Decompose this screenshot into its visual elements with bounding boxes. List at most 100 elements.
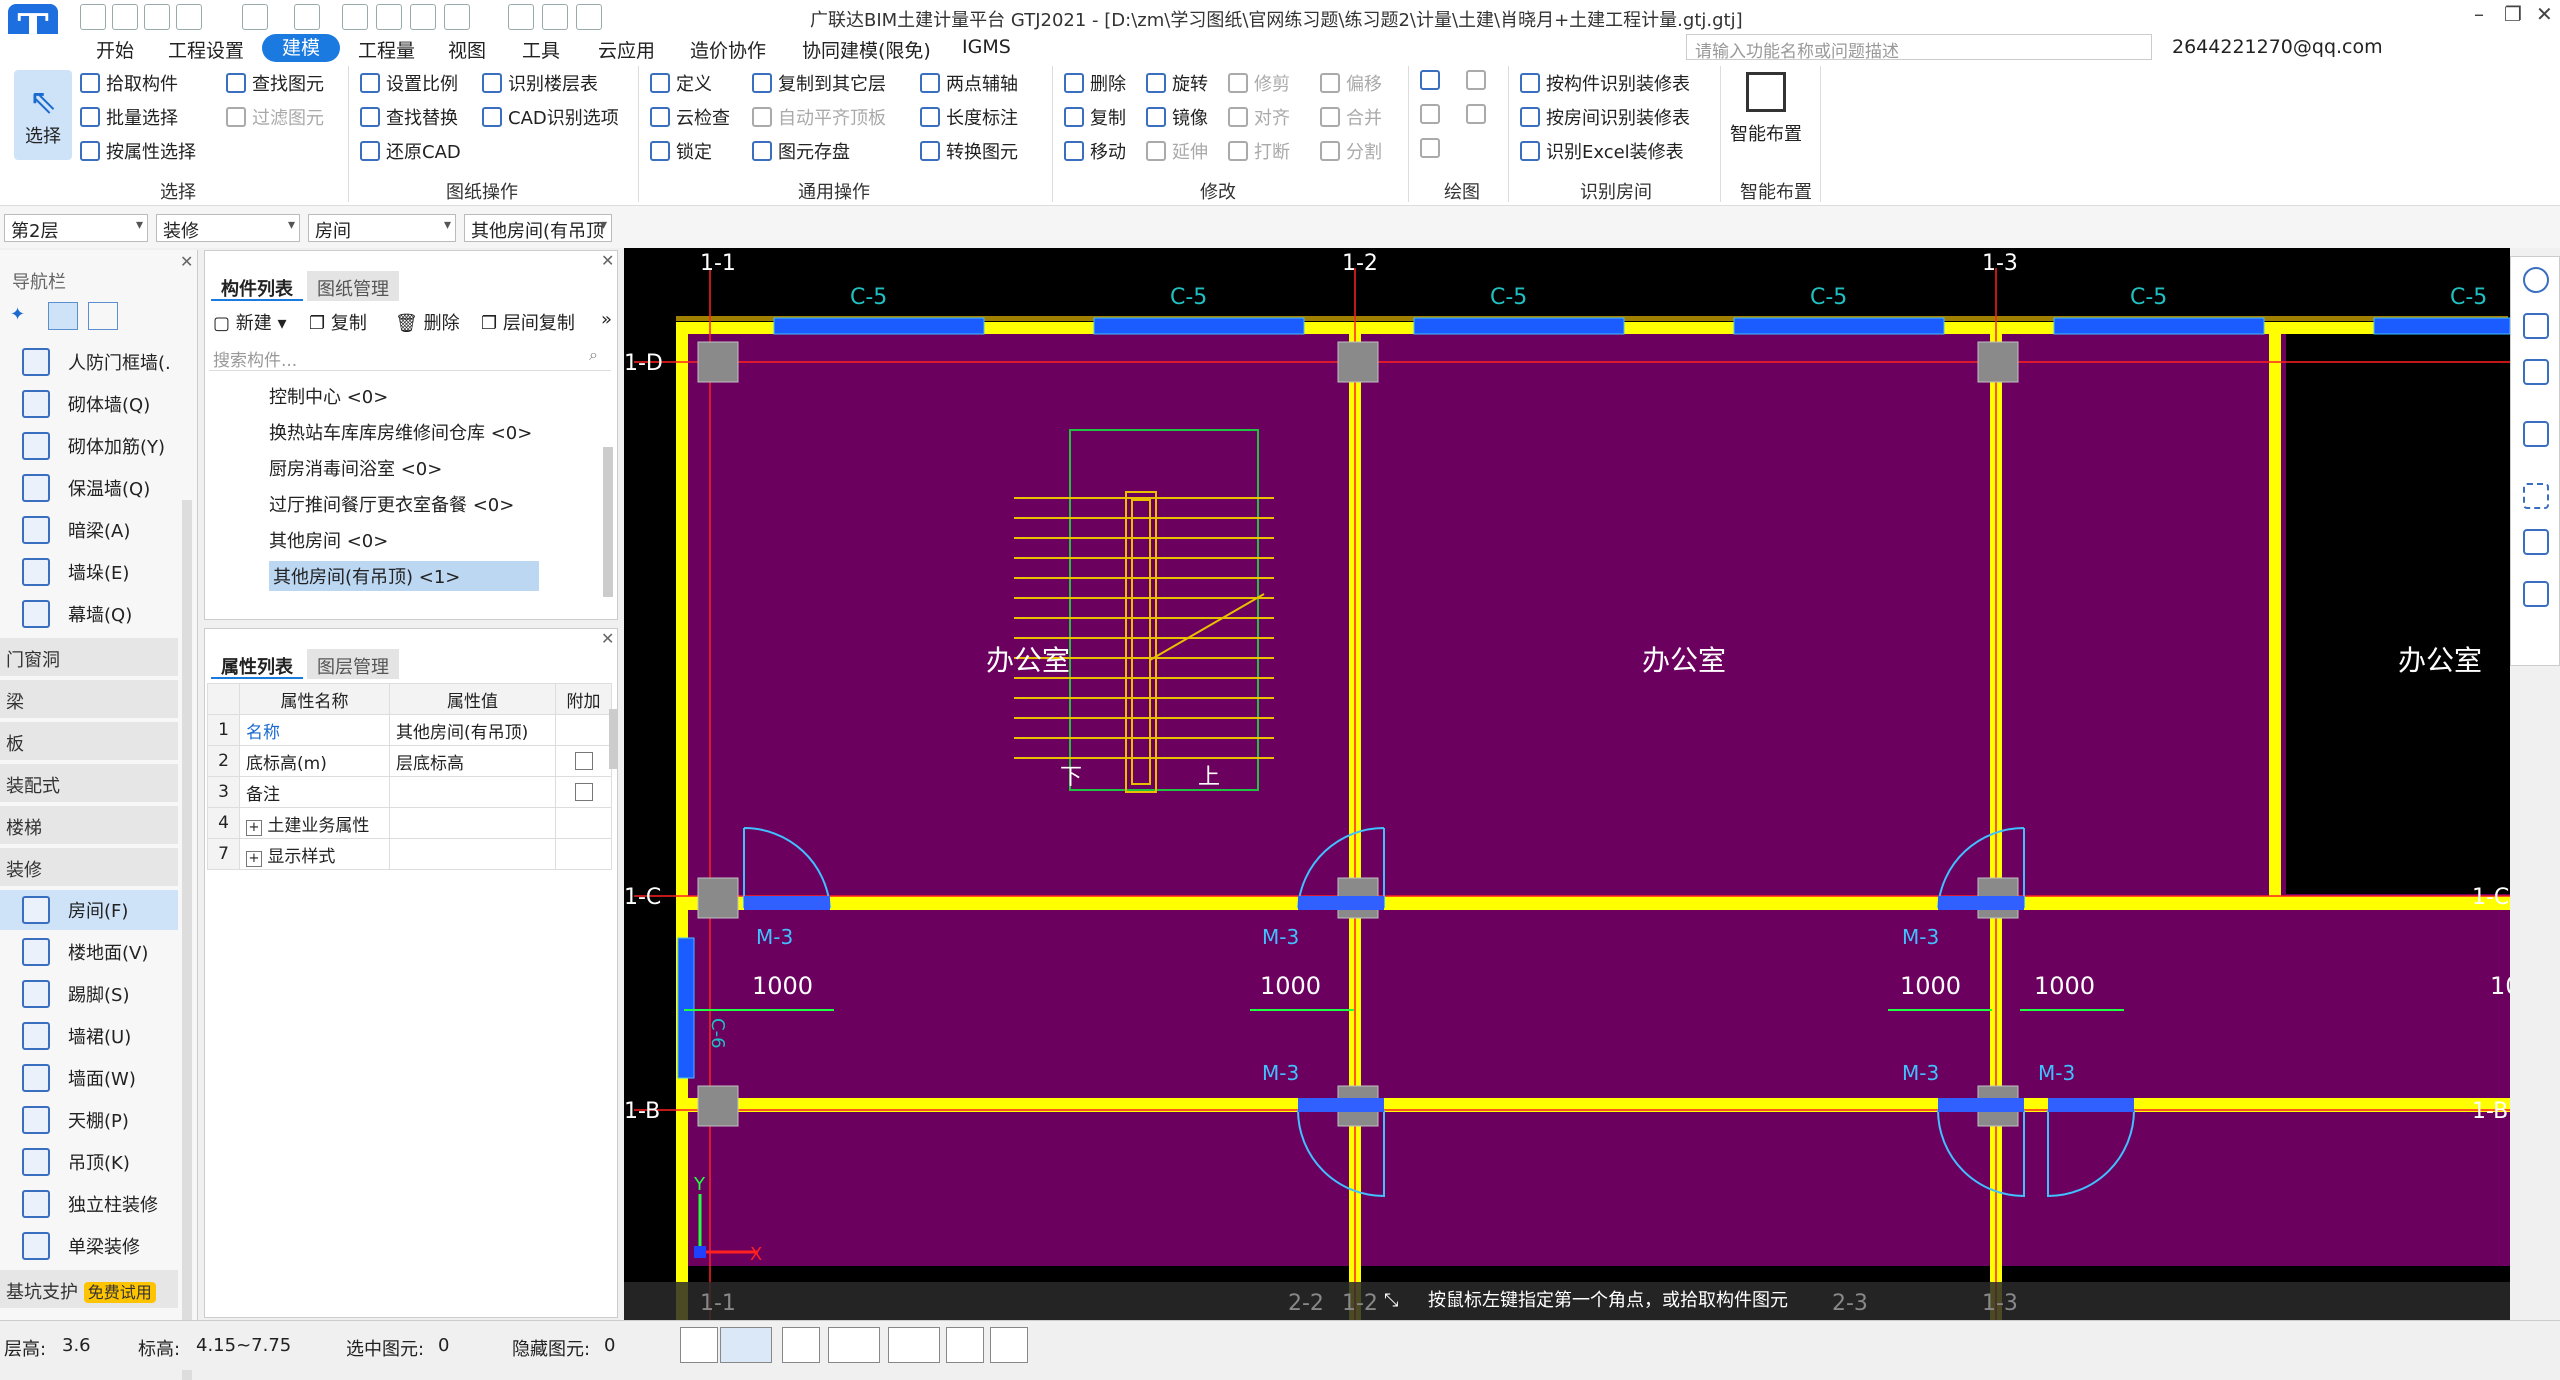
window-c5[interactable] xyxy=(1093,317,1305,335)
menu-project-settings[interactable]: 工程设置 xyxy=(168,36,244,63)
drawing-canvas[interactable]: 1-1 1-2 1-3 1-D 1-C 1-B 1-C 1-B C-5 C-5 … xyxy=(624,248,2510,1320)
close-icon[interactable]: ✕ xyxy=(601,629,614,648)
component-item[interactable]: 换热站车库库房维修间仓库 <0> xyxy=(269,419,532,445)
property-value[interactable] xyxy=(389,776,556,808)
nav-item-suspended-ceiling[interactable]: 吊顶(K) xyxy=(0,1142,178,1182)
select-by-attribute-button[interactable]: 按属性选择 xyxy=(80,138,196,164)
convert-element-button[interactable]: 转换图元 xyxy=(920,138,1018,164)
nav-item-floor-finish[interactable]: 楼地面(V) xyxy=(0,932,178,972)
close-icon[interactable]: ✕ xyxy=(601,251,614,270)
menu-tools[interactable]: 工具 xyxy=(522,36,560,63)
nav-item-masonry-rebar[interactable]: 砌体加筋(Y) xyxy=(0,426,178,466)
align-button[interactable]: 对齐 xyxy=(1228,104,1290,130)
more-icon[interactable]: » xyxy=(601,309,612,330)
merge-button[interactable]: 合并 xyxy=(1320,104,1382,130)
define-button[interactable]: 定义 xyxy=(650,70,712,96)
wall-horizontal-c[interactable] xyxy=(682,896,2510,910)
identify-excel-button[interactable]: 识别Excel装修表 xyxy=(1520,138,1684,164)
expand-icon[interactable]: + xyxy=(246,819,262,836)
function-search-input[interactable]: 请输入功能名称或问题描述 xyxy=(1686,34,2152,62)
menu-igms[interactable]: IGMS xyxy=(962,36,1011,58)
arc-draw-button[interactable] xyxy=(1466,70,1486,90)
table-row[interactable]: 2 底标高(m) 层底标高 xyxy=(207,745,612,777)
view-box-icon[interactable] xyxy=(2523,421,2549,447)
component-item[interactable]: 其他房间 <0> xyxy=(269,527,388,553)
menu-cost-collab[interactable]: 造价协作 xyxy=(690,36,766,63)
layer-list-icon[interactable] xyxy=(2523,581,2549,607)
fit-view-icon[interactable] xyxy=(2523,483,2549,509)
component-scrollbar[interactable] xyxy=(603,447,613,597)
view-top-icon[interactable] xyxy=(2523,359,2549,385)
nav-item-room[interactable]: 房间(F) xyxy=(0,890,178,930)
filter-element-button[interactable]: 过滤图元 xyxy=(226,104,324,130)
nav-category-slab[interactable]: 板 xyxy=(0,722,178,760)
ortho-icon[interactable] xyxy=(680,1327,718,1363)
layer-icon[interactable] xyxy=(376,4,402,30)
restore-icon[interactable]: ❐ xyxy=(2504,2,2522,26)
extend-button[interactable]: 延伸 xyxy=(1146,138,1208,164)
snap-box-icon[interactable] xyxy=(720,1327,772,1363)
pin-icon[interactable]: ✦ xyxy=(10,304,32,326)
rect-draw-button[interactable] xyxy=(1466,104,1486,124)
room-fill[interactable] xyxy=(682,326,2510,1266)
cloud-check-button[interactable]: 云检查 xyxy=(650,104,730,130)
nav-item-hidden-beam[interactable]: 暗梁(A) xyxy=(0,510,178,550)
save-icon[interactable] xyxy=(144,4,170,30)
undo-icon[interactable] xyxy=(242,4,268,30)
floor-select[interactable]: 第2层 xyxy=(4,214,148,242)
table-row[interactable]: 3 备注 xyxy=(207,776,612,808)
window-c5[interactable] xyxy=(1733,317,1945,335)
dimension-toggle-icon[interactable] xyxy=(888,1327,940,1363)
nav-category-prefab[interactable]: 装配式 xyxy=(0,764,178,802)
component-search-input[interactable]: 搜索构件... xyxy=(209,343,611,371)
split-button[interactable]: 分割 xyxy=(1320,138,1382,164)
copy-button[interactable]: 复制 xyxy=(1064,104,1126,130)
table-row[interactable]: 7 + 显示样式 xyxy=(207,838,612,870)
new-file-icon[interactable] xyxy=(80,4,106,30)
nav-item-wall-pier[interactable]: 墙垛(E) xyxy=(0,552,178,592)
floor-copy-button[interactable]: ❐ 层间复制 xyxy=(481,309,575,335)
component-item[interactable]: 过厅推间餐厅更衣室备餐 <0> xyxy=(269,491,514,517)
cross-select-icon[interactable] xyxy=(782,1327,820,1363)
view-3d-icon[interactable] xyxy=(2523,313,2549,339)
grid-icon[interactable] xyxy=(410,4,436,30)
view-dynamic-icon[interactable] xyxy=(2523,267,2549,293)
line-draw-button[interactable] xyxy=(1420,104,1440,124)
nav-item-masonry-wall[interactable]: 砌体墙(Q) xyxy=(0,384,178,424)
nav-category-beam[interactable]: 梁 xyxy=(0,680,178,718)
tab-component-list[interactable]: 构件列表 xyxy=(211,271,303,301)
wall-vertical[interactable] xyxy=(2269,332,2281,902)
user-account[interactable]: 2644221270@qq.com xyxy=(2172,36,2383,58)
list-view-icon[interactable] xyxy=(48,302,78,330)
auto-align-slab-button[interactable]: 自动平齐顶板 xyxy=(752,104,886,130)
cad-icon[interactable] xyxy=(342,4,368,30)
cad-options-button[interactable]: CAD识别选项 xyxy=(482,104,619,130)
find-element-button[interactable]: 查找图元 xyxy=(226,70,324,96)
window-c5[interactable] xyxy=(2053,317,2265,335)
offset-button[interactable]: 偏移 xyxy=(1320,70,1382,96)
category-select[interactable]: 装修 xyxy=(156,214,300,242)
tab-property-list[interactable]: 属性列表 xyxy=(211,649,303,679)
identify-floor-table-button[interactable]: 识别楼层表 xyxy=(482,70,598,96)
two-point-axis-button[interactable]: 两点辅轴 xyxy=(920,70,1018,96)
nav-item-wall-finish[interactable]: 墙面(W) xyxy=(0,1058,178,1098)
window-c6[interactable] xyxy=(677,937,695,1079)
nav-category-excavation-support[interactable]: 基坑支护 免费试用 xyxy=(0,1270,178,1308)
props-scrollbar[interactable] xyxy=(609,709,617,769)
window-c5[interactable] xyxy=(2373,317,2510,335)
length-dimension-button[interactable]: 长度标注 xyxy=(920,104,1018,130)
delete-component-button[interactable]: 🗑 删除 xyxy=(395,309,460,335)
nav-item-curtain-wall[interactable]: 幕墙(Q) xyxy=(0,594,178,634)
nav-item-column-finish[interactable]: 独立柱装修 xyxy=(0,1184,178,1224)
table-row[interactable]: 1 名称 其他房间(有吊顶) xyxy=(207,714,612,746)
window-c5[interactable] xyxy=(773,317,985,335)
select-button[interactable]: ⇖ 选择 xyxy=(14,70,72,160)
nav-item-beam-finish[interactable]: 单梁装修 xyxy=(0,1226,178,1266)
smart-layout-button[interactable]: 智能布置 xyxy=(1726,68,1806,168)
menu-cloud[interactable]: 云应用 xyxy=(598,36,655,63)
screen-capture-icon[interactable] xyxy=(946,1327,984,1363)
nav-category-openings[interactable]: 门窗洞 xyxy=(0,638,178,676)
type-select[interactable]: 房间 xyxy=(308,214,456,242)
report-icon[interactable] xyxy=(542,4,568,30)
component-item[interactable]: 厨房消毒间浴室 <0> xyxy=(269,455,442,481)
